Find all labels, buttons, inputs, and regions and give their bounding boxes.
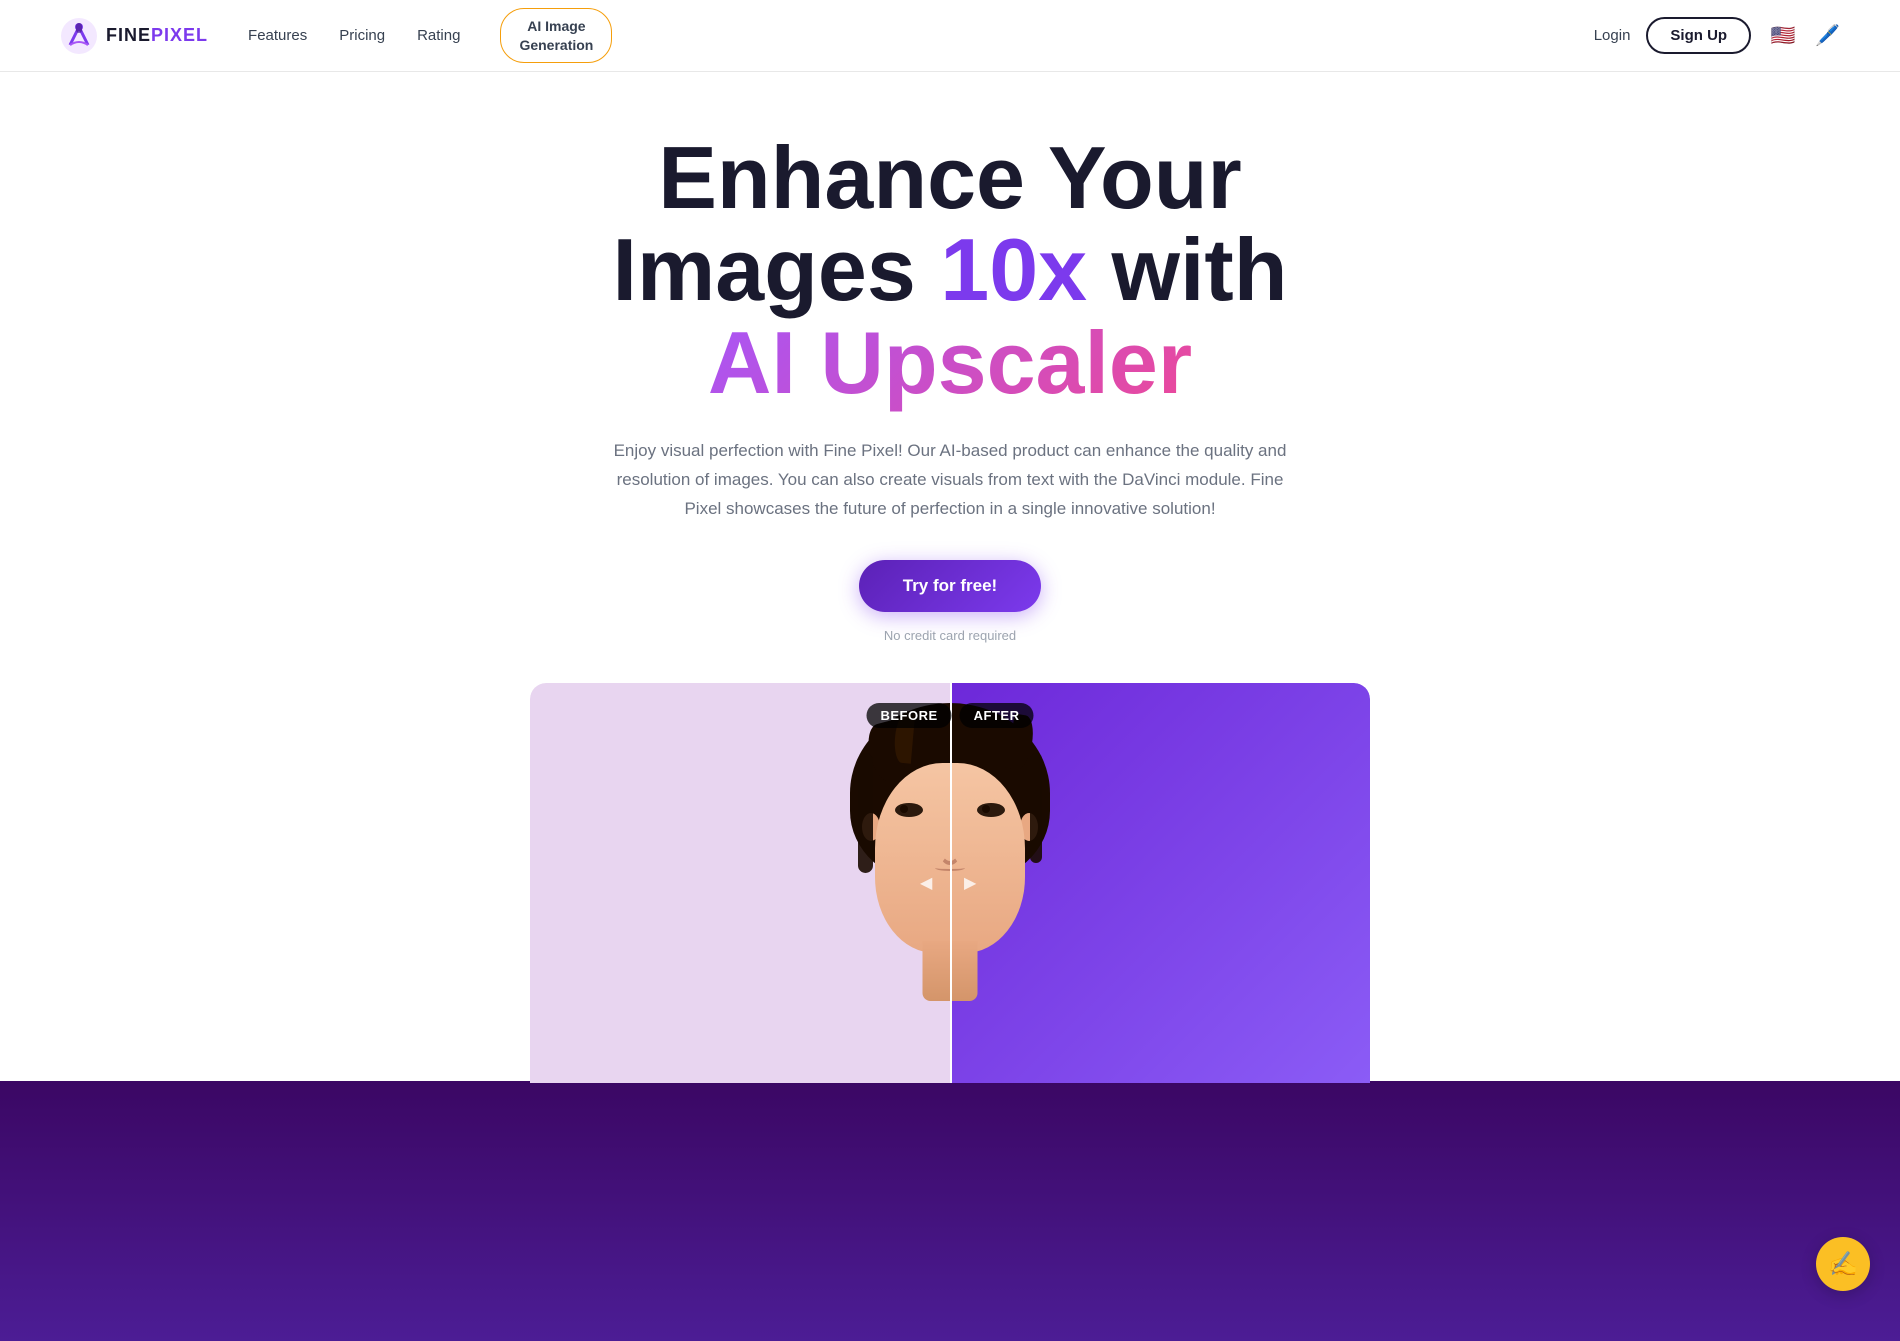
- bottom-purple-section: [0, 1081, 1900, 1341]
- right-arrow-icon: ▶: [964, 873, 976, 893]
- left-arrow-icon: ◀: [920, 873, 932, 893]
- signup-button[interactable]: Sign Up: [1646, 17, 1751, 54]
- language-flag-icon[interactable]: 🇺🇸: [1767, 20, 1799, 52]
- comparison-divider: [950, 683, 952, 1083]
- login-link[interactable]: Login: [1594, 27, 1631, 44]
- hero-subtitle: Enjoy visual perfection with Fine Pixel!…: [610, 437, 1290, 524]
- chat-icon: ✍️: [1828, 1250, 1858, 1279]
- nav-link-pricing[interactable]: Pricing: [339, 27, 385, 44]
- logo-icon: [60, 17, 98, 55]
- navbar: FINEPIXEL Features Pricing Rating AI Ima…: [0, 0, 1900, 72]
- logo-text: FINEPIXEL: [106, 25, 208, 46]
- chat-button[interactable]: ✍️: [1816, 1237, 1870, 1291]
- left-eye: [895, 803, 923, 817]
- nav-link-features[interactable]: Features: [248, 27, 307, 44]
- comparison-container: ◀ ▶ BEFORE AFTER: [530, 683, 1370, 1083]
- hero-title: Enhance Your Images 10x with AI Upscaler: [520, 132, 1380, 409]
- hero-section: Enhance Your Images 10x with AI Upscaler…: [0, 72, 1900, 1083]
- nav-right: Login Sign Up 🇺🇸 🖊️: [1594, 17, 1840, 54]
- logo[interactable]: FINEPIXEL: [60, 17, 208, 55]
- right-eye: [977, 803, 1005, 817]
- before-after-labels: BEFORE AFTER: [866, 703, 1033, 728]
- before-label: BEFORE: [866, 703, 951, 728]
- no-credit-label: No credit card required: [884, 628, 1016, 643]
- pen-tool-icon[interactable]: 🖊️: [1815, 23, 1840, 48]
- ai-image-generation-button[interactable]: AI Image Generation: [500, 8, 612, 62]
- comparison-wrapper: ◀ ▶ BEFORE AFTER: [530, 683, 1370, 1083]
- nav-link-rating[interactable]: Rating: [417, 27, 460, 44]
- try-free-button[interactable]: Try for free!: [859, 560, 1041, 612]
- nav-links: Features Pricing Rating: [248, 27, 460, 44]
- after-label: AFTER: [960, 703, 1034, 728]
